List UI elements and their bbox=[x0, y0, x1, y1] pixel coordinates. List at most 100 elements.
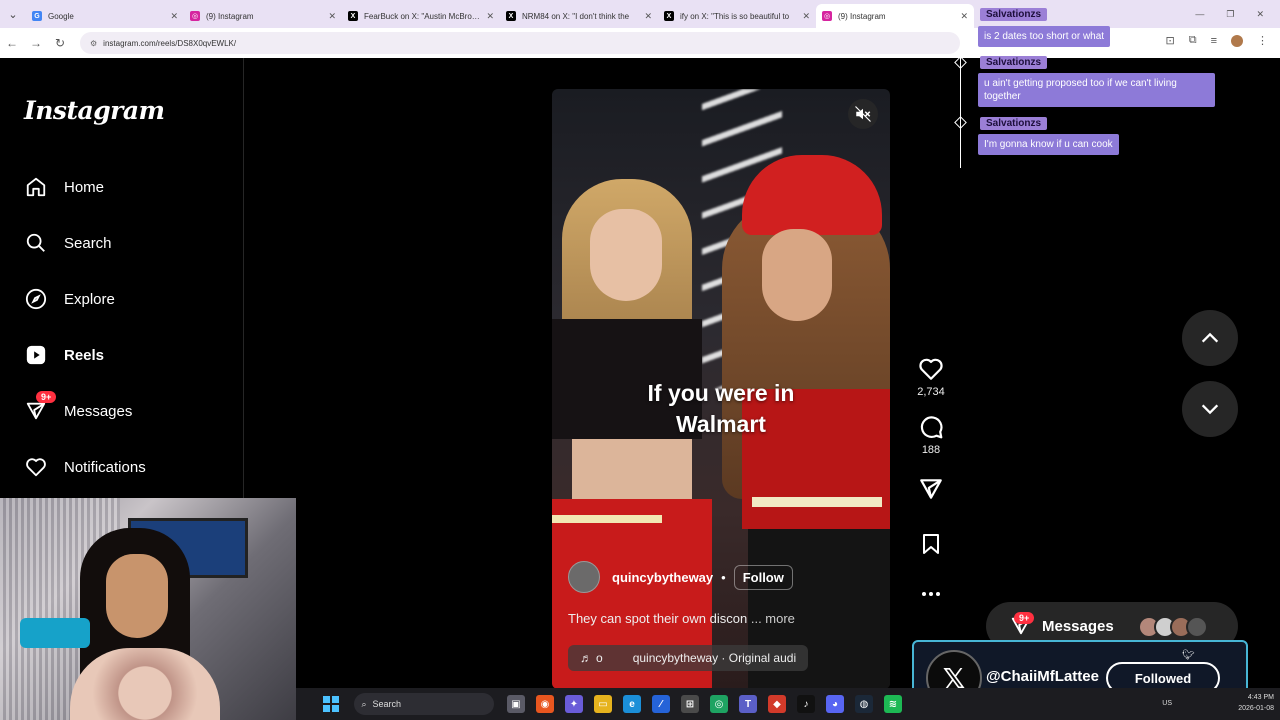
sidebar-item-messages[interactable]: 9+ Messages bbox=[24, 391, 132, 426]
caption-line: Walmart bbox=[676, 411, 766, 437]
music-note-icon: ♬ bbox=[580, 651, 592, 665]
home-icon bbox=[24, 175, 48, 199]
x-icon: X bbox=[506, 11, 516, 21]
windows-start-icon[interactable] bbox=[322, 695, 340, 713]
comment-icon bbox=[920, 416, 943, 439]
browser-tab[interactable]: X ify on X: "This is so beautiful to ✕ bbox=[658, 4, 816, 28]
install-app-icon[interactable]: ⊡ bbox=[1166, 34, 1175, 47]
taskbar-clock[interactable]: 4:43 PM 2026-01-08 bbox=[1238, 692, 1274, 714]
messages-avatars bbox=[1138, 616, 1208, 638]
more-menu-icon[interactable]: ⋮ bbox=[1257, 34, 1268, 47]
audio-letter: o bbox=[596, 651, 603, 665]
tab-close-icon[interactable]: ✕ bbox=[802, 11, 810, 22]
clock-time: 4:43 PM bbox=[1247, 694, 1274, 701]
sidebar-item-notifications[interactable]: Notifications bbox=[24, 452, 146, 482]
close-window-icon[interactable]: ✕ bbox=[1256, 9, 1264, 20]
chat-message: I'm gonna know if u can cook bbox=[978, 134, 1119, 155]
browser-tab[interactable]: ◎ (9) Instagram ✕ bbox=[184, 4, 342, 28]
browser-toolbar: ⊡ ⧉ ≡ ⋮ bbox=[1166, 34, 1269, 47]
x-icon: X bbox=[664, 11, 674, 21]
forward-icon[interactable]: → bbox=[24, 36, 48, 50]
browser-tab[interactable]: X FearBuck on X: "Austin McBroom ✕ bbox=[342, 4, 500, 28]
steam-icon[interactable]: ◍ bbox=[855, 695, 873, 713]
reel-video[interactable]: If you were in Walmart quincybytheway • … bbox=[552, 89, 890, 689]
reel-author-row: quincybytheway • Follow bbox=[568, 561, 793, 593]
instagram-icon: ◎ bbox=[822, 11, 832, 21]
taskbar-search[interactable]: ⌕ Search bbox=[353, 693, 494, 715]
muted-speaker-icon bbox=[855, 106, 871, 122]
webcam-overlay bbox=[0, 498, 296, 720]
video-person-left-face bbox=[590, 209, 662, 301]
previous-reel-button[interactable] bbox=[1182, 310, 1238, 366]
twitter-bird-icon: 🐦︎ bbox=[1182, 650, 1195, 661]
app-icon[interactable]: ◆ bbox=[768, 695, 786, 713]
media-icon[interactable]: ≡ bbox=[1211, 35, 1217, 47]
follow-button[interactable]: Follow bbox=[733, 564, 793, 590]
comment-action[interactable]: 188 bbox=[918, 414, 944, 456]
sidebar-item-explore[interactable]: Explore bbox=[24, 284, 115, 314]
sidebar-item-home[interactable]: Home bbox=[24, 172, 104, 202]
browser-tab-strip: ⌄ G Google ✕ ◎ (9) Instagram ✕ X FearBuc… bbox=[0, 0, 1280, 28]
edge-icon[interactable]: e bbox=[623, 695, 641, 713]
teams-icon[interactable]: T bbox=[739, 695, 757, 713]
heart-icon bbox=[24, 455, 48, 479]
extensions-icon[interactable]: ⧉ bbox=[1189, 34, 1197, 47]
site-info-icon[interactable]: ⚙ bbox=[90, 39, 97, 48]
tab-close-icon[interactable]: ✕ bbox=[960, 11, 968, 22]
file-explorer-icon[interactable]: ▭ bbox=[594, 695, 612, 713]
audio-pill[interactable]: ♬ o quincybytheway · Original audi bbox=[568, 645, 808, 671]
video-person-right-face bbox=[762, 229, 832, 321]
tiktok-icon[interactable]: ♪ bbox=[797, 695, 815, 713]
back-icon[interactable]: ← bbox=[0, 36, 24, 50]
mute-button[interactable] bbox=[848, 99, 878, 129]
google-icon: G bbox=[32, 11, 42, 21]
maximize-icon[interactable]: ❐ bbox=[1226, 9, 1234, 20]
like-action[interactable]: 2,734 bbox=[917, 356, 945, 398]
browser-tab[interactable]: G Google ✕ bbox=[26, 4, 184, 28]
save-action[interactable] bbox=[919, 532, 943, 556]
profile-avatar-icon[interactable] bbox=[1231, 34, 1243, 47]
author-name[interactable]: quincybytheway bbox=[612, 570, 713, 585]
browser-tab-active[interactable]: ◎ (9) Instagram ✕ bbox=[816, 4, 974, 28]
compass-icon bbox=[24, 287, 48, 311]
messages-badge: 9+ bbox=[36, 391, 57, 403]
description-text: They can spot their own discon bbox=[568, 611, 748, 626]
app-icon[interactable]: ◉ bbox=[536, 695, 554, 713]
store-icon[interactable]: ⊞ bbox=[681, 695, 699, 713]
more-link[interactable]: ... more bbox=[751, 611, 795, 626]
sidebar-item-reels[interactable]: Reels bbox=[24, 340, 104, 370]
window-controls: — ❐ ✕ bbox=[1195, 0, 1280, 28]
x-icon: X bbox=[348, 11, 358, 21]
taskbar-search-label: Search bbox=[372, 699, 402, 709]
share-action[interactable] bbox=[918, 476, 944, 502]
caption-line: If you were in bbox=[647, 380, 795, 406]
messages-pill-label: Messages bbox=[1042, 617, 1114, 635]
tab-close-icon[interactable]: ✕ bbox=[486, 11, 494, 22]
tab-close-icon[interactable]: ✕ bbox=[328, 11, 336, 22]
tab-close-icon[interactable]: ✕ bbox=[170, 11, 178, 22]
tab-search-menu-icon[interactable]: ⌄ bbox=[0, 0, 26, 28]
sidebar-item-search[interactable]: Search bbox=[24, 228, 112, 258]
chat-username: Salvationzs bbox=[980, 8, 1048, 21]
instagram-logo[interactable]: Instagram bbox=[24, 96, 165, 125]
task-view-icon[interactable]: ▣ bbox=[507, 695, 525, 713]
minimize-icon[interactable]: — bbox=[1195, 9, 1204, 19]
reels-icon bbox=[24, 343, 48, 367]
x-handle: @ChaiiMfLattee bbox=[986, 668, 1099, 685]
url-input[interactable]: ⚙ instagram.com/reels/DS8X0qvEWLK/ bbox=[80, 32, 960, 54]
copilot-icon[interactable]: ✦ bbox=[565, 695, 583, 713]
audio-label: quincybytheway · Original audi bbox=[632, 651, 797, 665]
chat-diamond-icon bbox=[954, 116, 967, 129]
app-icon[interactable]: ⁄ bbox=[652, 695, 670, 713]
spotify-icon[interactable]: ≋ bbox=[884, 695, 902, 713]
tab-close-icon[interactable]: ✕ bbox=[644, 11, 652, 22]
chat-message: is 2 dates too short or what bbox=[978, 26, 1111, 47]
next-reel-button[interactable] bbox=[1182, 381, 1238, 437]
discord-icon[interactable]: ◕ bbox=[826, 695, 844, 713]
reload-icon[interactable]: ↻ bbox=[48, 36, 72, 50]
chrome-icon[interactable]: ◎ bbox=[710, 695, 728, 713]
more-options-action[interactable] bbox=[920, 590, 942, 598]
author-avatar[interactable] bbox=[568, 561, 600, 593]
video-stripe bbox=[552, 515, 662, 523]
browser-tab[interactable]: X NRM84 on X: "I don't think the ✕ bbox=[500, 4, 658, 28]
